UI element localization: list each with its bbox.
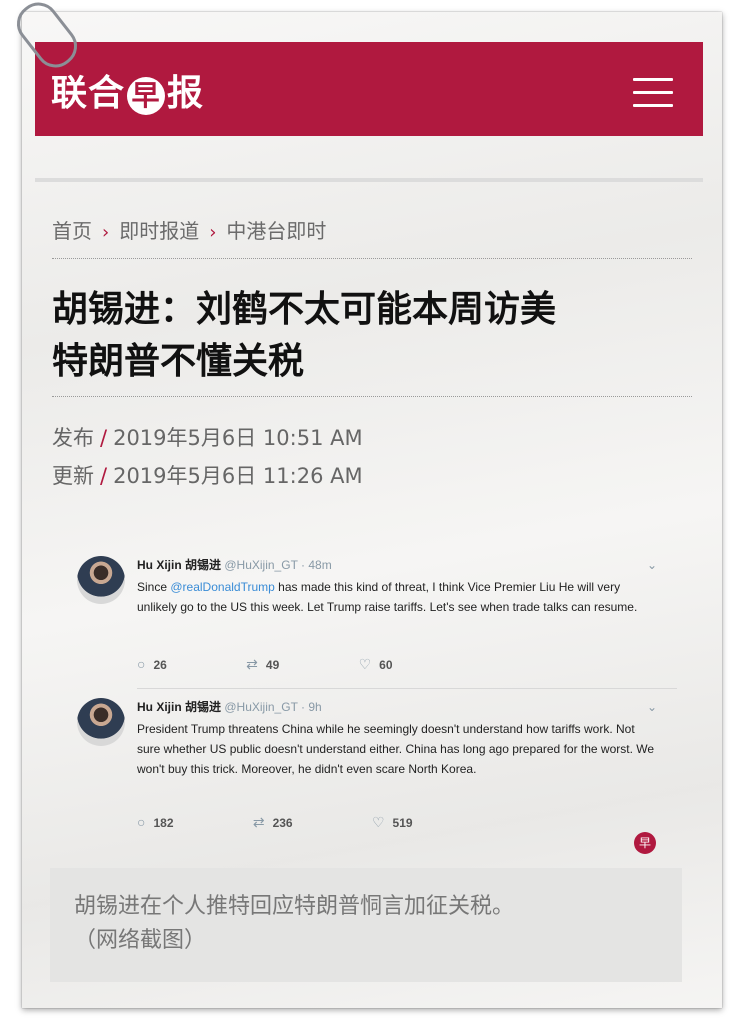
breadcrumb: 首页 › 即时报道 › 中港台即时 xyxy=(52,215,326,244)
reply-count-group: ○ 26 xyxy=(137,656,205,672)
image-caption-box: 胡锡进在个人推特回应特朗普恫言加征关税。 （网络截图） xyxy=(50,868,682,982)
hamburger-menu-icon[interactable] xyxy=(633,78,673,108)
tweet-text: President Trump threatens China while he… xyxy=(137,722,655,776)
published-date: 2019年5月6日 10:51 AM xyxy=(113,426,363,450)
tweet-author-name: Hu Xijin 胡锡进 xyxy=(137,700,222,714)
heart-icon: ♡ xyxy=(371,814,385,830)
avatar xyxy=(77,698,125,746)
logo-text-right: 报 xyxy=(167,72,205,114)
tweet-text: Since @realDonaldTrump has made this kin… xyxy=(137,577,657,617)
updated-date: 2019年5月6日 11:26 AM xyxy=(113,464,363,488)
tweet-2: Hu Xijin 胡锡进 @HuXijin_GT · 9h ⌄ Presiden… xyxy=(77,698,677,831)
breadcrumb-separator: › xyxy=(209,222,217,243)
breadcrumb-separator: › xyxy=(102,222,110,243)
site-header: 联合早报 xyxy=(35,42,703,136)
tweet-handle-time: @HuXijin_GT · 48m xyxy=(224,558,332,572)
retweet-count-group: ⇄ 236 xyxy=(253,814,331,831)
article-title: 胡锡进：刘鹤不太可能本周访美 特朗普不懂关税 xyxy=(52,284,692,388)
reply-icon: ○ xyxy=(137,656,146,672)
breadcrumb-instant-news[interactable]: 即时报道 xyxy=(119,219,199,243)
tweet-actions: ○ 26 ⇄ 49 ♡ 60 xyxy=(137,656,469,673)
zaobao-watermark: 早 xyxy=(634,832,656,854)
updated-meta: 更新/2019年5月6日 11:26 AM xyxy=(52,460,363,490)
dotted-divider xyxy=(52,396,692,397)
tweet-1: Hu Xijin 胡锡进 @HuXijin_GT · 48m ⌄ Since @… xyxy=(77,556,677,676)
retweet-icon: ⇄ xyxy=(246,656,258,672)
avatar xyxy=(77,556,125,604)
published-label: 发布 xyxy=(52,426,94,450)
reply-icon: ○ xyxy=(137,814,146,830)
dotted-divider xyxy=(52,258,692,259)
meta-separator: / xyxy=(100,426,108,450)
retweet-icon: ⇄ xyxy=(252,814,265,830)
header-divider xyxy=(35,178,703,182)
reply-count: 26 xyxy=(153,658,167,672)
paper-sheet: 联合早报 首页 › 即时报道 › 中港台即时 胡锡进：刘鹤不太可能本周访美 特朗普不懂关… xyxy=(22,12,722,1008)
retweet-count: 236 xyxy=(272,816,293,830)
like-count: 60 xyxy=(379,658,393,672)
tweet-divider xyxy=(137,688,677,689)
breadcrumb-greater-china[interactable]: 中港台即时 xyxy=(226,219,326,243)
tweet-handle-time: @HuXijin_GT · 9h xyxy=(224,700,322,714)
caption-line2: （网络截图） xyxy=(74,928,207,953)
updated-label: 更新 xyxy=(52,464,94,488)
image-caption: 胡锡进在个人推特回应特朗普恫言加征关税。 （网络截图） xyxy=(74,890,664,958)
tweet-author-name: Hu Xijin 胡锡进 xyxy=(137,558,222,572)
article-title-line1: 胡锡进：刘鹤不太可能本周访美 xyxy=(52,289,557,330)
breadcrumb-home[interactable]: 首页 xyxy=(52,219,92,243)
chevron-down-icon: ⌄ xyxy=(646,558,657,572)
logo-text-left: 联合 xyxy=(51,72,126,114)
caption-line1: 胡锡进在个人推特回应特朗普恫言加征关税。 xyxy=(74,894,515,919)
logo-badge: 早 xyxy=(127,77,166,115)
published-meta: 发布/2019年5月6日 10:51 AM xyxy=(52,422,363,452)
retweet-count-group: ⇄ 49 xyxy=(246,656,317,673)
tweet-actions: ○ 182 ⇄ 236 ♡ 519 xyxy=(137,814,489,831)
reply-count: 182 xyxy=(153,816,174,830)
chevron-down-icon: ⌄ xyxy=(646,700,657,714)
article-title-line2: 特朗普不懂关税 xyxy=(52,341,305,382)
like-count: 519 xyxy=(392,816,413,830)
like-count-group: ♡ 60 xyxy=(359,656,431,673)
retweet-count: 49 xyxy=(265,658,280,672)
meta-separator: / xyxy=(100,464,108,488)
heart-icon: ♡ xyxy=(358,656,372,672)
reply-count-group: ○ 182 xyxy=(137,814,212,830)
site-logo[interactable]: 联合早报 xyxy=(51,64,204,116)
tweet-mention: @realDonaldTrump xyxy=(170,580,275,594)
like-count-group: ♡ 519 xyxy=(372,814,451,831)
tweet-text-prefix: Since xyxy=(137,580,171,594)
tweet-screenshot: Hu Xijin 胡锡进 @HuXijin_GT · 48m ⌄ Since @… xyxy=(77,552,677,831)
